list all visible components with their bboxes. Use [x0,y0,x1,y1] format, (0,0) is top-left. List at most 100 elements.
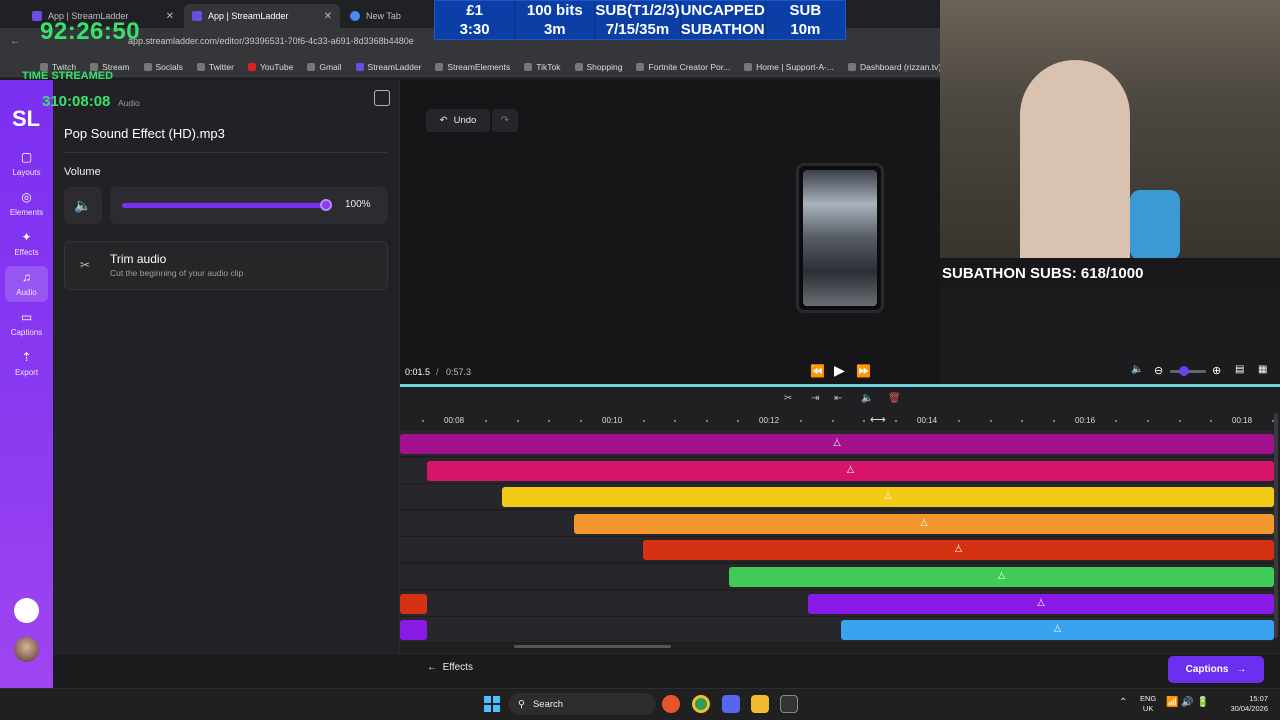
firefox-icon[interactable] [662,695,680,713]
epic-games-icon[interactable] [780,695,798,713]
avatar[interactable] [14,637,39,662]
bookmark-twitter[interactable]: Twitter [196,62,234,72]
volume-slider-track[interactable] [122,203,328,208]
bookmark-support[interactable]: Home | Support-A-... [744,62,834,72]
next-captions-button[interactable]: Captions → [1168,656,1264,683]
video-preview-frame[interactable] [796,163,884,313]
sidebar-item-effects[interactable]: ✦ Effects [0,230,53,260]
timeline-vertical-scrollbar[interactable] [1274,413,1278,638]
ruler-label: 00:08 [444,416,465,425]
chevron-up-icon[interactable]: ⌃ [1119,697,1127,708]
bookmark-socials[interactable]: Socials [143,62,183,72]
sidebar-item-layouts[interactable]: ▢ Layouts [0,150,53,180]
bookmark-shopping[interactable]: Shopping [574,62,622,72]
trim-audio-title: Trim audio [110,252,167,266]
search-icon: ⚲ [518,698,525,710]
clip-handle-icon[interactable]: ⧊ [1052,624,1064,635]
clip-handle-icon[interactable]: ⧊ [1035,598,1047,609]
bookmark-tiktok[interactable]: TikTok [524,62,561,72]
redo-button[interactable]: ↷ [492,109,518,132]
rewind-icon[interactable]: ⏪ [810,364,825,378]
ruler-tick [548,420,550,422]
mute-button[interactable]: 🔈 [64,187,102,224]
help-button[interactable] [14,598,39,623]
ruler-label: 00:14 [917,416,938,425]
clip-handle-icon[interactable]: ⧊ [953,544,965,555]
clip-handle-icon[interactable]: ⧊ [845,465,857,476]
clip-handle-icon[interactable]: ⧊ [882,491,894,502]
volume-slider-thumb[interactable] [320,199,332,211]
bookmark-gmail[interactable]: Gmail [307,62,342,72]
captions-icon: ▭ [20,310,33,324]
speaker-icon: 🔈 [74,197,92,213]
streamladder-favicon-icon [192,11,202,21]
clip-handle-icon[interactable]: ⧊ [996,571,1008,582]
bookmark-streamelements[interactable]: StreamElements [435,62,510,72]
chrome-favicon-icon [350,11,360,21]
arrow-left-icon: ← [427,662,437,673]
layout-toggle-icon[interactable]: ▦ [1258,364,1267,375]
streamer-figure [1020,60,1130,258]
taskbar-clock[interactable]: 15:07 30/04/2026 [1224,694,1268,714]
ruler-tick [737,420,739,422]
split-icon[interactable]: ✂ [784,393,792,404]
undo-button[interactable]: ↶ Undo [426,109,490,132]
volume-label: Volume [64,166,101,178]
ruler-tick [674,420,676,422]
breadcrumb: Audio [118,98,140,108]
sidebar-item-captions[interactable]: ▭ Captions [0,310,53,340]
trim-right-icon[interactable]: ⇥ [811,393,819,404]
zoom-out-icon[interactable]: ⊖ [1154,364,1163,377]
trim-left-icon[interactable]: ⇤ [834,393,842,404]
zoom-slider-thumb[interactable] [1179,366,1189,376]
play-icon[interactable]: ▶ [834,362,845,379]
divider [64,152,388,153]
browser-tab-active[interactable]: App | StreamLadder ✕ [184,4,340,28]
zoom-in-icon[interactable]: ⊕ [1212,364,1221,377]
ruler-tick [832,420,834,422]
streamladder-logo[interactable]: SL [12,106,40,132]
ruler-tick [1147,420,1149,422]
playhead-handle[interactable]: ⟷ [870,413,886,426]
scissors-icon: ✂ [80,258,91,272]
sidebar-item-audio[interactable]: ♫ Audio [5,266,48,302]
ruler-tick [422,420,424,422]
chrome-icon[interactable] [692,695,710,713]
delete-icon[interactable]: 🗑 [888,393,901,404]
ruler-tick [706,420,708,422]
time-streamed-label: TIME STREAMED [22,70,114,82]
collapse-panel-icon[interactable] [374,90,390,106]
url-field[interactable]: app.streamladder.com/editor/39396531-70f… [128,36,414,46]
close-tab-icon[interactable]: ✕ [324,11,332,22]
fast-forward-icon[interactable]: ⏩ [856,364,871,378]
ruler-tick [580,420,582,422]
bookmark-fortnite[interactable]: Fortnite Creator Por... [636,62,730,72]
rate-cell: SUB 10m [789,2,822,38]
captions-toggle-icon[interactable]: ▤ [1235,364,1244,375]
ruler-tick [1179,420,1181,422]
clip-handle-icon[interactable]: ⧊ [918,518,930,529]
back-arrow-icon[interactable]: ← [10,36,20,47]
timeline-clip[interactable] [400,620,427,640]
timeline-clip[interactable] [400,594,427,614]
browser-tab-new[interactable]: New Tab [342,4,432,28]
language-indicator[interactable]: ENG UK [1140,694,1156,714]
sidebar-item-elements[interactable]: ◎ Elements [0,190,53,220]
volume-icon[interactable]: 🔈 [1131,364,1143,375]
file-explorer-icon[interactable] [751,695,769,713]
close-tab-icon[interactable]: ✕ [166,11,174,22]
sidebar-item-export[interactable]: ⇡ Export [0,350,53,380]
ruler-tick [958,420,960,422]
volume-value: 100% [345,199,371,210]
bookmark-youtube[interactable]: YouTube [247,62,293,72]
audio-toggle-icon[interactable]: 🔈 [861,393,873,404]
clip-handle-icon[interactable]: ⧊ [831,438,843,449]
taskbar-search[interactable]: ⚲ Search [508,693,656,715]
discord-icon[interactable] [722,695,740,713]
back-to-effects-button[interactable]: ← Effects [427,662,473,673]
bookmark-dashboard[interactable]: Dashboard (rizzan.tv) [847,62,940,72]
windows-start-icon[interactable] [484,696,500,712]
bookmark-streamladder[interactable]: StreamLadder [355,62,421,72]
timeline-horizontal-scrollbar[interactable] [514,645,671,648]
system-tray-icons[interactable]: 📶 🔊 🔋 [1166,697,1209,708]
